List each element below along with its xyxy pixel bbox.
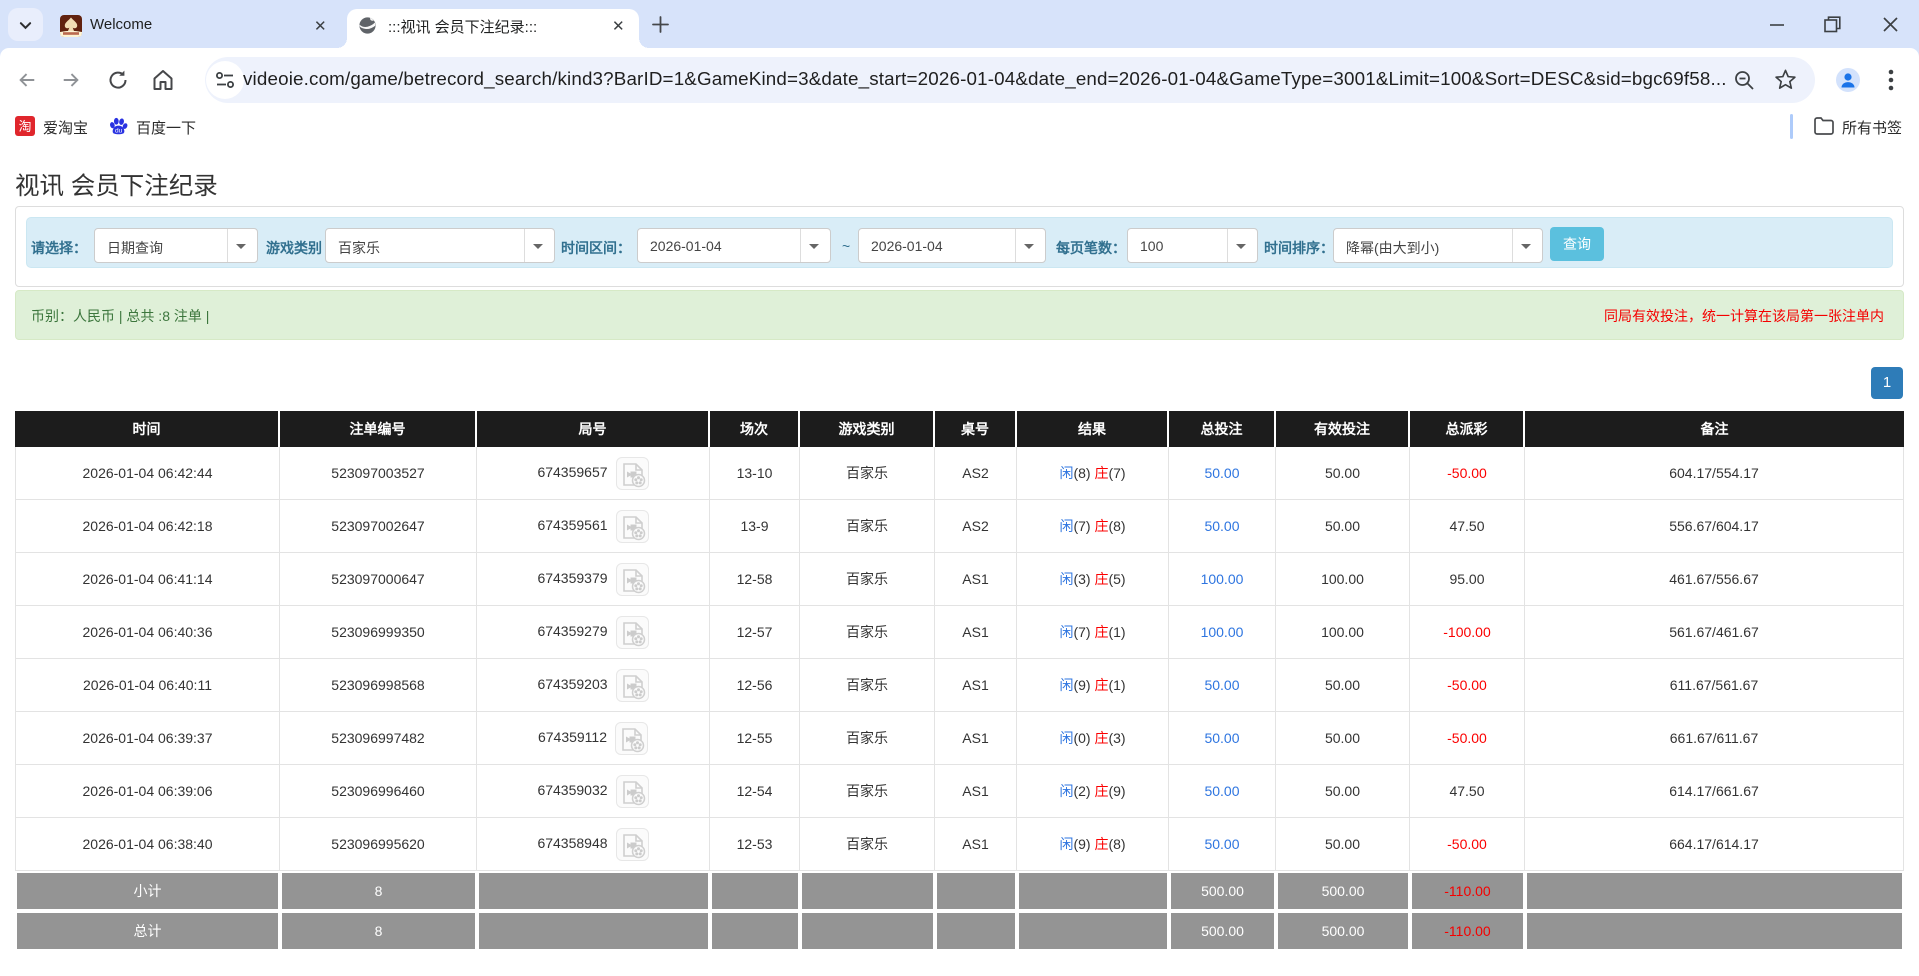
- svg-text:淘: 淘: [18, 119, 31, 134]
- svg-text:du: du: [115, 128, 123, 135]
